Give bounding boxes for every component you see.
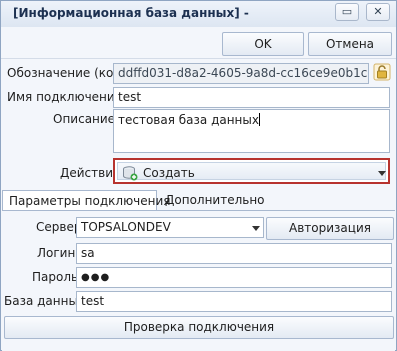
toolbar-divider — [1, 58, 396, 59]
connection-tab-panel: Сервер: TOPSALONDEV Авторизация Windows … — [2, 210, 395, 351]
cancel-button[interactable]: Отмена — [308, 32, 392, 56]
title-bar[interactable]: [Информационная база данных] - ▭ ✕ — [1, 1, 396, 27]
server-combobox[interactable]: TOPSALONDEV — [76, 217, 264, 238]
code-label: Обозначение (код): — [7, 66, 131, 80]
tab-connection-parameters[interactable]: Параметры подключения — [2, 190, 171, 210]
window-title: [Информационная база данных] - — [13, 6, 249, 20]
code-field: ddffd031-d8a2-4605-9a8d-cc16ce9e0b1c — [113, 63, 369, 84]
chevron-down-icon[interactable] — [378, 171, 386, 176]
password-label: Пароль: — [32, 270, 83, 284]
dialog-window: [Информационная база данных] - ▭ ✕ OK От… — [0, 0, 397, 351]
windows-auth-button[interactable]: Авторизация Windows — [266, 217, 394, 256]
action-dropdown[interactable]: Создать — [113, 158, 390, 184]
ok-button[interactable]: OK — [222, 32, 304, 56]
description-text: тестовая база данных — [118, 113, 259, 127]
password-input[interactable]: ●●● — [76, 267, 392, 288]
close-icon: ✕ — [373, 5, 383, 18]
server-dropdown-button[interactable] — [249, 218, 263, 237]
action-value: Создать — [143, 166, 195, 180]
minimize-button[interactable]: ▭ — [335, 3, 359, 21]
text-cursor — [258, 113, 260, 126]
database-add-icon — [123, 166, 138, 181]
login-input[interactable]: sa — [76, 243, 392, 264]
action-dropdown-inner: Создать — [117, 162, 386, 181]
description-label: Описание: — [53, 112, 120, 126]
connection-name-input[interactable]: test — [113, 87, 390, 108]
description-textarea[interactable]: тестовая база данных — [113, 109, 390, 153]
minimize-icon: ▭ — [341, 5, 353, 18]
server-value: TOPSALONDEV — [81, 220, 171, 234]
login-label: Логин: — [37, 246, 80, 260]
lock-icon[interactable] — [373, 63, 391, 81]
tab-additional[interactable]: Дополнительно — [159, 190, 269, 210]
check-connection-button[interactable]: Проверка подключения — [4, 316, 394, 339]
close-button[interactable]: ✕ — [366, 3, 390, 21]
connection-name-label: Имя подключения: — [7, 90, 126, 104]
chevron-down-icon — [252, 226, 260, 231]
database-input[interactable]: test — [76, 291, 392, 312]
tab-strip: Параметры подключения Дополнительно — [2, 190, 395, 210]
